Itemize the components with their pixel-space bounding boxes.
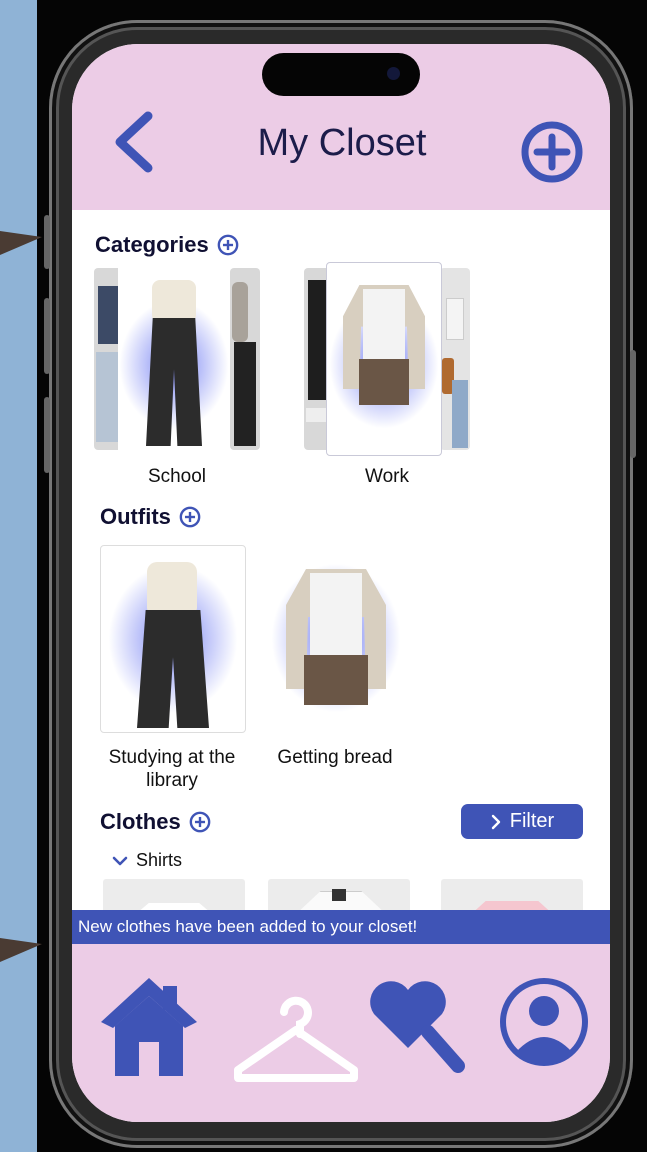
closet-content: Categories School Work Outfits Studying … xyxy=(72,210,610,955)
shirts-label: Shirts xyxy=(136,850,183,870)
nav-closet[interactable] xyxy=(228,990,364,1091)
page-title: My Closet xyxy=(257,122,427,164)
school-outfit-image xyxy=(118,262,230,454)
power-button xyxy=(630,350,636,458)
outfits-title: Outfits xyxy=(100,504,171,529)
nav-favorites[interactable] xyxy=(366,974,466,1079)
outfit-label: Getting bread xyxy=(277,747,393,768)
nav-home[interactable] xyxy=(97,972,201,1081)
notification-banner[interactable]: New clothes have been added to your clos… xyxy=(72,910,610,944)
volume-down-button xyxy=(44,397,50,473)
add-outfit-icon[interactable] xyxy=(179,506,201,528)
back-button[interactable] xyxy=(110,110,158,174)
phone-screen: My Closet Categories School Work Outfits… xyxy=(72,44,610,1122)
outfit-card-bread[interactable] xyxy=(264,545,408,731)
add-clothes-icon[interactable] xyxy=(189,811,211,833)
profile-icon xyxy=(500,978,588,1066)
clothes-heading: Clothes xyxy=(100,809,211,835)
add-category-icon[interactable] xyxy=(217,234,239,256)
outfits-heading: Outfits xyxy=(100,504,201,530)
category-label: Work xyxy=(365,466,409,487)
dynamic-island xyxy=(262,53,420,96)
add-item-button[interactable] xyxy=(520,120,584,184)
hanger-icon xyxy=(234,996,358,1082)
home-icon xyxy=(101,978,197,1076)
shirts-toggle[interactable]: Shirts xyxy=(112,850,182,871)
categories-heading: Categories xyxy=(95,232,239,258)
bottom-nav xyxy=(72,944,610,1122)
volume-up-button xyxy=(44,298,50,374)
clothes-title: Clothes xyxy=(100,809,181,834)
pointer-arrow-bottom xyxy=(0,932,42,962)
category-card-school[interactable]: School xyxy=(94,262,260,487)
category-label: School xyxy=(147,466,207,487)
plus-circle-icon xyxy=(521,121,583,183)
heart-search-icon xyxy=(370,981,465,1073)
filter-button[interactable]: Filter xyxy=(461,804,583,839)
chevron-down-icon xyxy=(112,856,128,865)
chevron-right-icon xyxy=(491,814,500,829)
chevron-left-icon xyxy=(115,111,153,173)
outfit-card-library[interactable] xyxy=(100,545,246,733)
work-outfit-image xyxy=(326,262,442,456)
outfit-label: Studying at the library xyxy=(108,747,236,791)
pointer-arrow-top xyxy=(0,225,42,255)
nav-profile[interactable] xyxy=(496,974,592,1075)
category-card-work[interactable]: Work xyxy=(304,262,470,487)
mute-switch xyxy=(44,215,50,269)
categories-title: Categories xyxy=(95,232,209,257)
filter-label: Filter xyxy=(509,810,555,832)
app-header: My Closet xyxy=(72,44,610,210)
